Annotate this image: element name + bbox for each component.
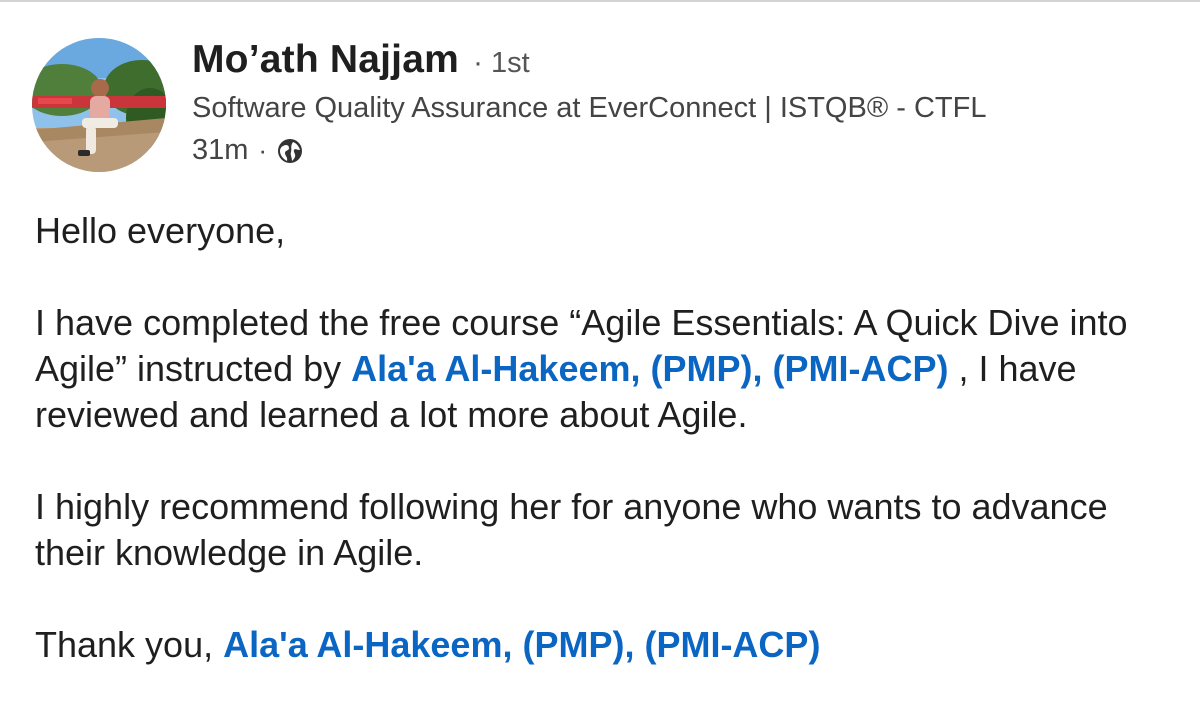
post-time: 31m [192,134,249,166]
separator-dot: · [472,46,483,79]
top-divider [0,0,1200,2]
connection-degree: 1st [490,47,530,79]
post-text: Thank you, [35,624,224,665]
post-paragraph: I highly recommend following her for any… [35,486,1108,573]
post-greeting: Hello everyone, [35,210,286,251]
author-header: Mo’ath Najjam · 1st [192,38,530,90]
author-name[interactable]: Mo’ath Najjam [192,38,459,82]
post-body: Hello everyone, I have completed the fre… [35,208,1175,714]
separator-dot: · [258,135,268,165]
mention-link[interactable]: Ala'a Al-Hakeem, (PMP), (PMI-ACP) [351,348,948,389]
mention-link[interactable]: Ala'a Al-Hakeem, (PMP), (PMI-ACP) [223,624,820,665]
globe-icon [277,138,303,164]
author-headline: Software Quality Assurance at EverConnec… [192,92,987,124]
post-paragraph: I have completed the free course “Agile … [35,300,1175,438]
post-paragraph: Thank you, Ala'a Al-Hakeem, (PMP), (PMI-… [35,622,1175,668]
avatar[interactable] [32,38,166,172]
post-meta: 31m · [192,134,303,167]
